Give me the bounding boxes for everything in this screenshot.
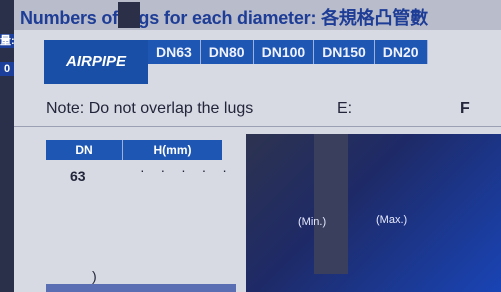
tab-dn80[interactable]: DN80 [200,40,254,64]
table-cell-h: · · · · · [140,162,233,178]
table-cell-dn: 63 [70,168,86,184]
tab-dn150[interactable]: DN150 [314,40,375,64]
divider [14,126,501,127]
left-strip: 量: 0 [0,0,15,292]
toolbar-icon [118,2,140,28]
max-label: (Max.) [376,214,408,226]
column-h: H(mm) [153,143,192,157]
tab-dn63[interactable]: DN63 [148,40,201,64]
table-footer-bar [46,284,236,292]
tab-dn100[interactable]: DN100 [253,40,315,64]
page-title: Numbers of lugs for each diameter: 各規格凸管… [20,8,428,28]
left-fragment-1: 量: [0,34,15,48]
tab-dn200[interactable]: DN20 [374,40,428,64]
note-f-label: F [460,100,470,117]
column-dn: DN [46,140,123,160]
note-e-label: E: [337,100,353,117]
lugs-table-header: DN H(mm) [46,140,222,160]
note-text: Note: Do not overlap the lugs [46,100,254,117]
pipe-post [314,134,348,274]
min-label: (Min.) [298,216,327,228]
table-fragment: ) [92,268,97,284]
lug-photo: (Min.) (Max.) [246,134,501,292]
airpipe-logo: AIRPIPE [44,40,148,84]
diameter-tabs: DN63 DN80 DN100 DN150 DN20 [148,40,501,66]
left-fragment-2: 0 [0,62,14,76]
